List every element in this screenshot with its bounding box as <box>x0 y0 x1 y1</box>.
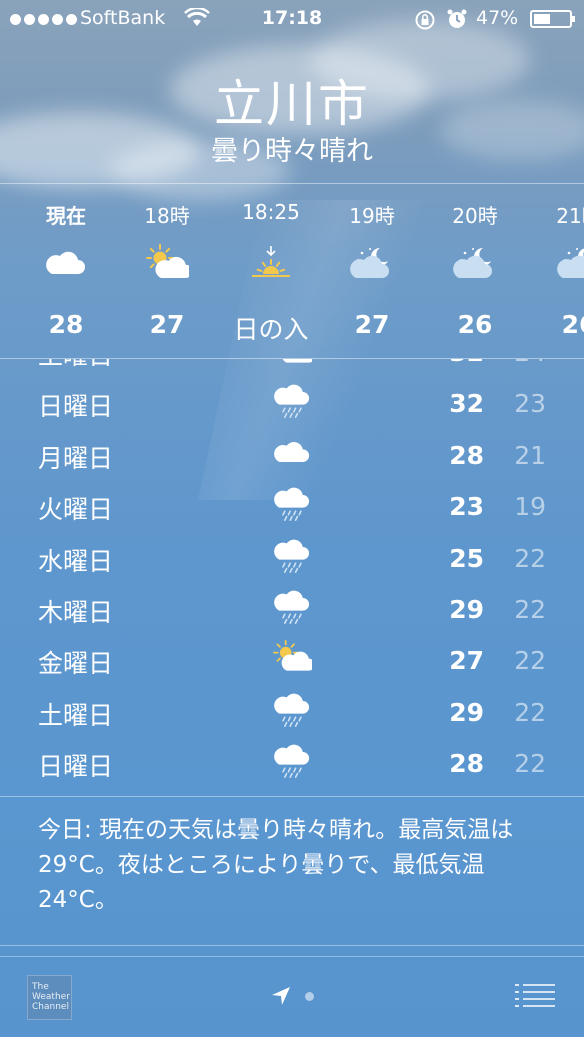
day-name: 木曜日 <box>38 598 114 627</box>
low-temperature: 21 <box>514 440 546 470</box>
partly-cloudy-night-icon <box>350 244 394 284</box>
rain-icon <box>272 692 312 728</box>
low-temperature: 22 <box>514 697 546 727</box>
today-summary: 今日: 現在の天気は曇り時々晴れ。最高気温は29°C。夜はところにより曇りで、最… <box>0 796 584 946</box>
rain-icon <box>272 383 312 419</box>
day-name: 土曜日 <box>38 700 114 730</box>
low-temperature: 22 <box>514 749 546 779</box>
battery-percentage: 47% <box>476 7 519 29</box>
high-temperature: 28 <box>449 440 484 470</box>
hourly-forecast[interactable]: 現在2818時2718:25 日の入19時 2720時 2621時 26 <box>0 183 584 359</box>
weather-channel-logo[interactable]: The Weather Channel <box>27 975 72 1020</box>
logo-text: The Weather Channel <box>32 982 70 1012</box>
cloud-icon <box>272 435 312 471</box>
rain-icon <box>272 589 312 625</box>
location-arrow-icon[interactable] <box>270 985 292 1007</box>
hour-temperature: 27 <box>354 310 390 339</box>
low-temperature: 23 <box>514 389 546 419</box>
hour-label: 19時 <box>349 204 395 228</box>
daily-row: 金曜日 27 22 <box>0 634 584 685</box>
high-temperature: 32 <box>430 359 484 367</box>
daily-row: 日曜日 28 22 <box>0 737 584 788</box>
rain-icon <box>272 743 312 779</box>
partly-sunny-icon <box>272 640 315 676</box>
high-temperature: 27 <box>449 646 484 676</box>
hour-temperature: 日の入 <box>233 315 309 344</box>
list-icon[interactable] <box>515 983 555 1009</box>
low-temperature: 24 <box>496 359 546 367</box>
day-name: 火曜日 <box>38 495 114 525</box>
hourly-item: 21時 26 <box>524 184 584 358</box>
rotation-lock-icon <box>415 10 435 30</box>
battery-icon <box>530 10 575 28</box>
toolbar: The Weather Channel <box>0 956 584 1037</box>
hour-label: 20時 <box>452 204 498 228</box>
daily-row: 水曜日 25 22 <box>0 532 584 583</box>
alarm-icon <box>447 9 467 28</box>
high-temperature: 29 <box>449 697 484 727</box>
hourly-item: 18時 27 <box>112 184 222 358</box>
daily-row: 木曜日 29 22 <box>0 583 584 634</box>
status-bar: SoftBank 17:18 47% <box>0 0 584 40</box>
high-temperature: 25 <box>449 543 484 573</box>
daily-row: 日曜日 32 23 <box>0 377 584 428</box>
day-name: 水曜日 <box>38 546 114 576</box>
low-temperature: 22 <box>514 595 546 624</box>
high-temperature: 32 <box>449 389 484 419</box>
daily-row: 月曜日 28 21 <box>0 429 584 480</box>
day-name: 月曜日 <box>38 443 114 473</box>
daily-row: 土曜日 32 24 <box>0 359 584 377</box>
hourly-item: 20時 26 <box>420 184 530 358</box>
hour-label: 現在 <box>46 204 86 228</box>
high-temperature: 23 <box>449 492 484 522</box>
hour-label: 18:25 <box>242 200 300 224</box>
rain-icon <box>272 486 312 522</box>
daily-forecast[interactable]: 土曜日3224日曜日 3223月曜日2821火曜日 2319水曜日 2522木曜… <box>0 359 584 796</box>
day-name: 日曜日 <box>38 752 114 782</box>
high-temperature: 29 <box>449 595 484 624</box>
hour-label: 18時 <box>144 204 190 228</box>
city-name: 立川市 <box>214 75 370 133</box>
partly-cloudy-night-icon <box>453 244 497 284</box>
day-name: 金曜日 <box>38 649 114 679</box>
cloud-icon <box>44 244 88 284</box>
current-condition: 曇り時々晴れ <box>211 136 373 167</box>
hour-temperature: 27 <box>149 310 185 339</box>
hour-temperature: 28 <box>48 310 84 339</box>
hourly-item: 19時 27 <box>317 184 427 358</box>
low-temperature: 22 <box>514 646 546 676</box>
partly-sunny-icon <box>272 359 315 368</box>
hourly-item: 18:25 日の入 <box>216 184 326 358</box>
sunset-icon <box>249 244 293 284</box>
hour-temperature: 26 <box>561 310 584 339</box>
rain-icon <box>272 538 312 574</box>
hourly-item: 現在 28 <box>11 184 121 358</box>
page-indicator-dot[interactable] <box>305 992 314 1001</box>
summary-text: 今日: 現在の天気は曇り時々晴れ。最高気温は29°C。夜はところにより曇りで、最… <box>38 817 514 913</box>
hour-temperature: 26 <box>457 310 493 339</box>
high-temperature: 28 <box>449 749 484 779</box>
day-name: 日曜日 <box>38 392 114 422</box>
day-name: 土曜日 <box>38 359 113 372</box>
daily-row: 土曜日 29 22 <box>0 686 584 737</box>
daily-row: 火曜日 23 19 <box>0 480 584 531</box>
partly-sunny-icon <box>145 244 193 284</box>
partly-cloudy-night-icon <box>557 244 584 284</box>
hour-label: 21時 <box>556 204 584 228</box>
low-temperature: 22 <box>514 543 546 573</box>
low-temperature: 19 <box>514 492 546 522</box>
